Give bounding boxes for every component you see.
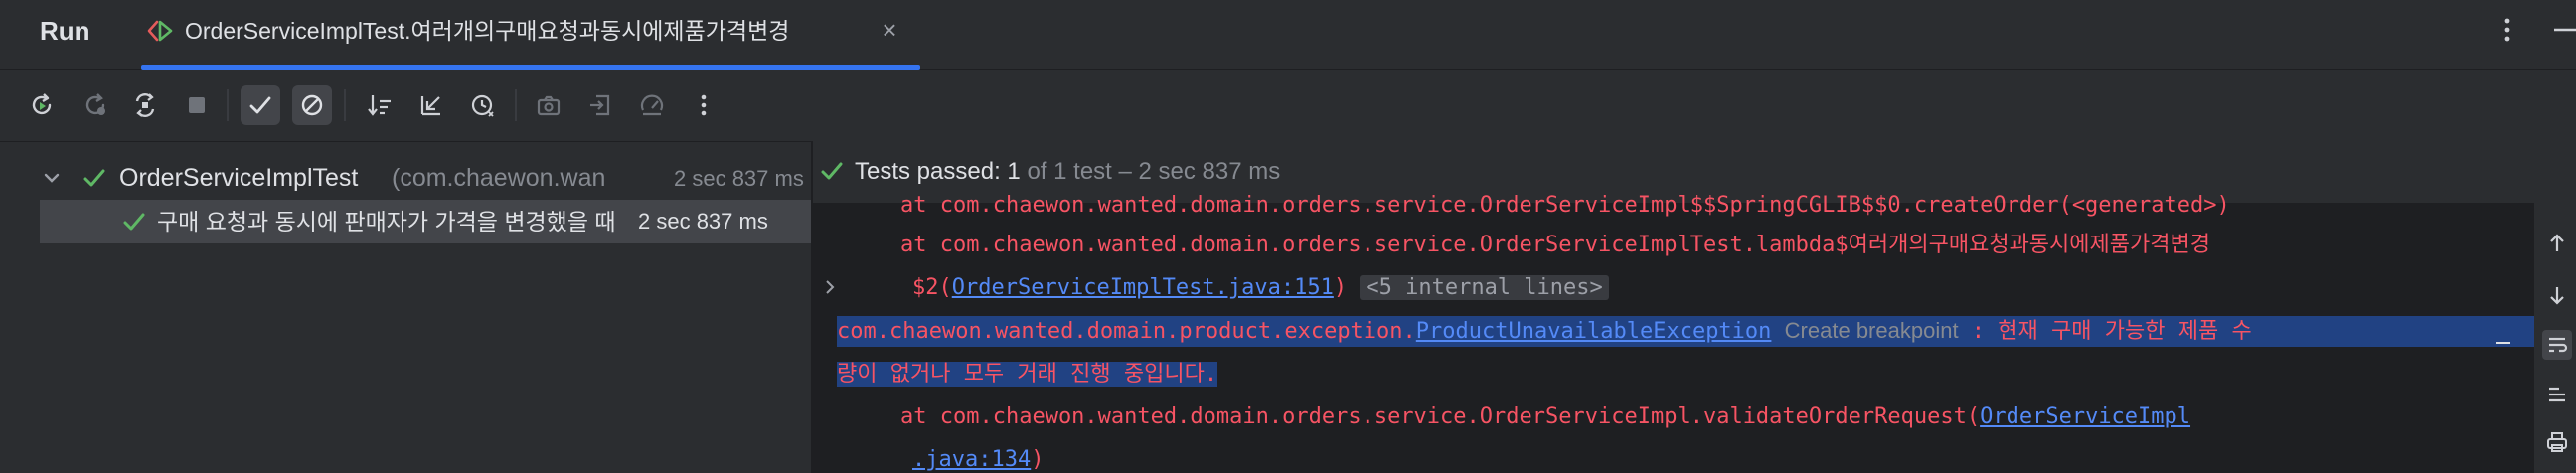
more-icon	[701, 94, 707, 116]
show-passed-icon	[249, 96, 271, 114]
exception-link[interactable]: ProductUnavailableException	[1416, 319, 1772, 344]
import-tests-icon	[420, 96, 440, 116]
tree-row-test[interactable]: 구매 요청과 동시에 판매자가 가격을 변경했을 때 2 sec 837 ms	[40, 200, 811, 243]
console-output[interactable]: Tests passed: 1 of 1 test – 2 sec 837 ms…	[813, 141, 2534, 473]
stop-button[interactable]	[177, 85, 217, 125]
test-class-name: OrderServiceImplTest	[119, 164, 359, 192]
sort-button[interactable]	[360, 85, 400, 125]
coverage-button[interactable]	[632, 85, 672, 125]
scroll-up-button[interactable]	[2542, 229, 2572, 258]
test-status-text: Tests passed: 1 of 1 test – 2 sec 837 ms	[855, 155, 1280, 189]
test-class-duration: 2 sec 837 ms	[674, 166, 804, 191]
run-toolbar	[0, 70, 2576, 141]
exception-line: com.chaewon.wanted.domain.product.except…	[837, 316, 2534, 347]
soft-wrap-button[interactable]	[2542, 330, 2572, 360]
chevron-down-icon[interactable]	[40, 166, 64, 190]
source-link[interactable]: OrderServiceImpl	[1980, 404, 2190, 429]
stack-line: at com.chaewon.wanted.domain.orders.serv…	[900, 193, 2230, 218]
stack-line: at com.chaewon.wanted.domain.orders.serv…	[900, 233, 2210, 257]
snapshot-icon	[537, 95, 561, 116]
sort-icon	[368, 95, 391, 116]
toggle-auto-test-icon	[135, 93, 155, 117]
show-passed-button[interactable]	[241, 85, 280, 125]
toggle-auto-test-button[interactable]	[125, 85, 165, 125]
stack-text: $2(	[912, 275, 952, 300]
toolbar-separator	[515, 89, 517, 121]
create-breakpoint-link[interactable]: Create breakpoint	[1785, 318, 1959, 343]
close-icon[interactable]: ×	[873, 14, 906, 48]
toolbar-separator	[344, 89, 346, 121]
exception-text: com.chaewon.wanted.domain.product.except…	[837, 319, 1416, 344]
print-icon	[2547, 432, 2567, 452]
exception-line: 량이 없거나 모두 거래 진행 중입니다.	[837, 360, 1218, 390]
history-button[interactable]	[463, 85, 503, 125]
more-button[interactable]	[684, 85, 724, 125]
passed-check-icon	[821, 162, 843, 180]
tree-row-root[interactable]: OrderServiceImplTest (com.chaewon.wan 2 …	[40, 156, 811, 200]
soft-wrap-icon	[2549, 337, 2568, 353]
rerun-failed-icon	[85, 93, 105, 115]
test-run-icon	[147, 20, 173, 42]
rerun-button[interactable]	[22, 85, 62, 125]
rerun-failed-button[interactable]	[76, 85, 115, 125]
arrow-down-icon	[2550, 287, 2564, 305]
test-class-package: (com.chaewon.wan	[392, 164, 606, 192]
exception-message: : 현재 구매 가능한 제품 수	[1958, 319, 2252, 344]
minimize-icon[interactable]	[2548, 12, 2576, 48]
test-tree: OrderServiceImplTest (com.chaewon.wan 2 …	[0, 141, 811, 473]
passed-check-icon	[83, 169, 105, 187]
export-icon	[590, 94, 610, 116]
status-count: 1	[1007, 158, 1021, 185]
stack-text: at com.chaewon.wanted.domain.orders.serv…	[900, 404, 1981, 429]
stack-line: $2(OrderServiceImplTest.java:151) <5 int…	[912, 273, 1609, 303]
import-tests-button[interactable]	[411, 85, 451, 125]
toolbar-separator	[227, 89, 229, 121]
rerun-icon	[32, 93, 52, 115]
tool-window-header: Run OrderServiceImplTest.여러개의구매요청과동시에제품가…	[0, 0, 2576, 70]
more-options-icon[interactable]	[2493, 12, 2522, 48]
test-method-duration: 2 sec 837 ms	[634, 207, 768, 236]
exception-message: 량이 없거나 모두 거래 진행 중입니다.	[837, 362, 1218, 387]
stack-line: at com.chaewon.wanted.domain.orders.serv…	[900, 402, 2190, 432]
stack-text: )	[1333, 275, 1348, 300]
stop-icon	[189, 97, 205, 113]
tab-label: OrderServiceImplTest.여러개의구매요청과동시에제품가격변경	[185, 18, 790, 44]
show-ignored-icon	[301, 94, 323, 116]
chevron-right-icon[interactable]	[819, 276, 841, 298]
coverage-icon	[640, 94, 664, 116]
status-label: Tests passed:	[855, 158, 1001, 185]
source-link[interactable]: .java:134	[912, 447, 1031, 472]
scroll-to-end-icon	[2549, 387, 2565, 402]
stack-line: .java:134)	[912, 445, 1044, 473]
run-tab[interactable]: OrderServiceImplTest.여러개의구매요청과동시에제품가격변경 …	[141, 0, 920, 70]
folded-lines[interactable]: <5 internal lines>	[1360, 275, 1609, 300]
test-method-name: 구매 요청과 동시에 판매자가 가격을 변경했을 때	[157, 209, 616, 235]
panel-title: Run	[40, 16, 90, 46]
snapshot-button[interactable]	[529, 85, 568, 125]
export-button[interactable]	[580, 85, 620, 125]
source-link[interactable]: OrderServiceImplTest.java:151	[952, 275, 1334, 300]
stack-text: )	[1031, 447, 1045, 472]
show-ignored-button[interactable]	[292, 85, 332, 125]
passed-check-icon	[123, 213, 145, 231]
console-side-toolbar	[2534, 141, 2576, 473]
scroll-down-button[interactable]	[2542, 280, 2572, 310]
soft-wrap-marker	[2496, 342, 2510, 344]
scroll-to-end-button[interactable]	[2542, 380, 2572, 409]
history-icon	[471, 94, 494, 117]
status-detail: of 1 test – 2 sec 837 ms	[1027, 158, 1281, 185]
print-button[interactable]	[2542, 427, 2572, 457]
arrow-up-icon	[2550, 234, 2564, 251]
